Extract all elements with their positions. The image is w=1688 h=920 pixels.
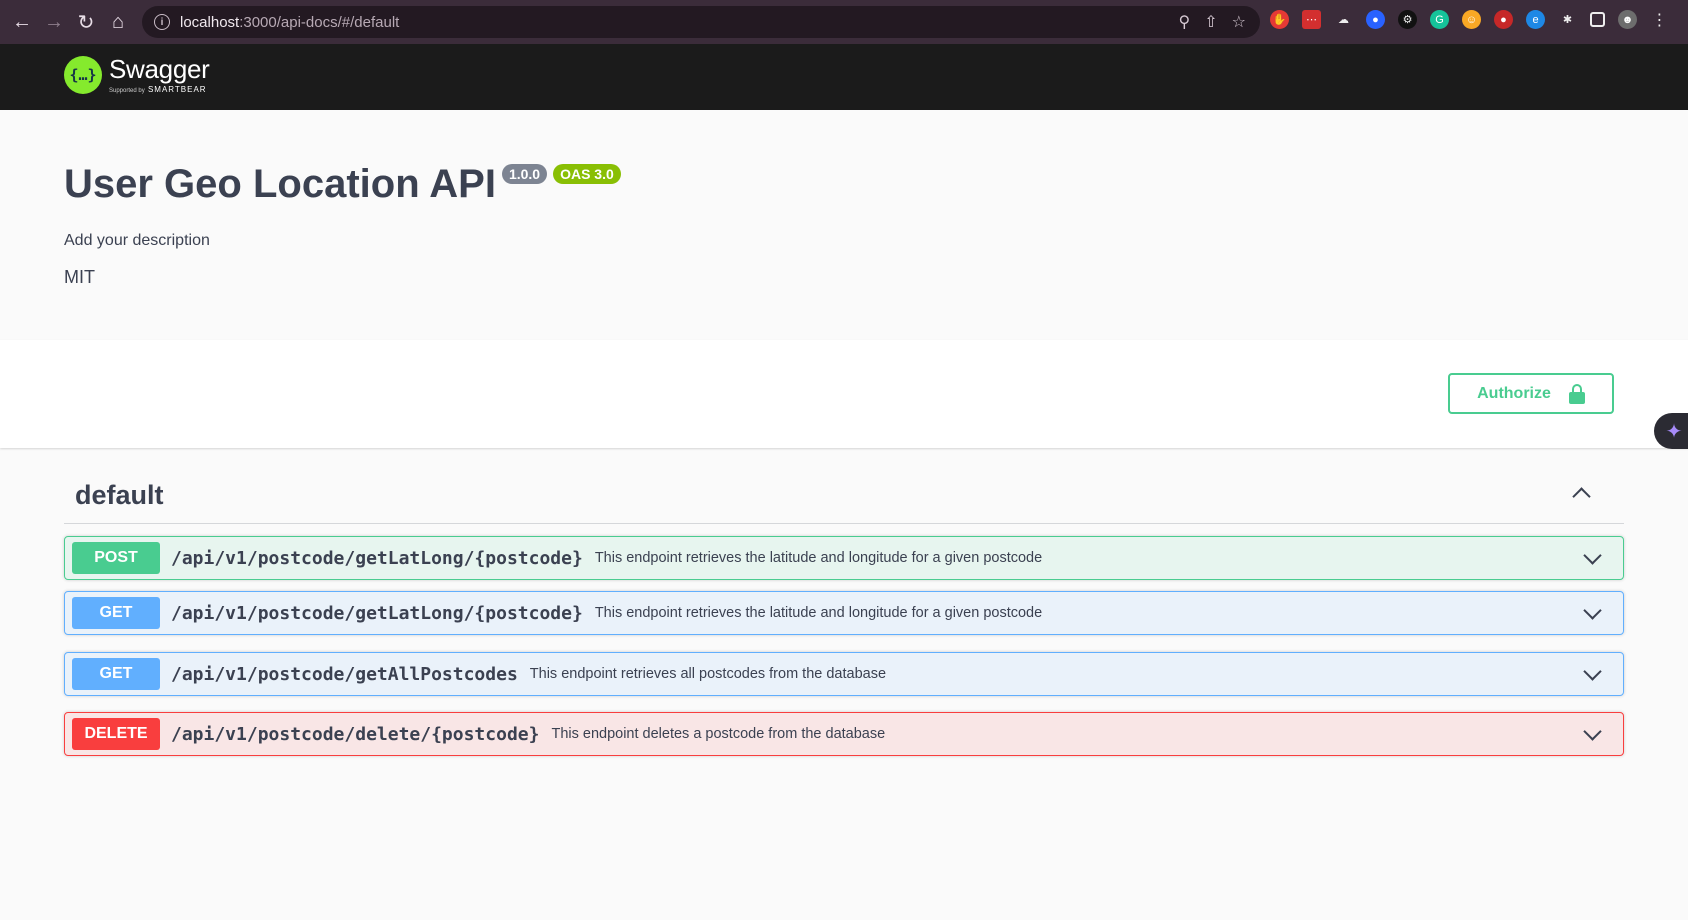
operation-row[interactable]: GET /api/v1/postcode/getLatLong/{postcod… [64, 591, 1624, 635]
api-description: Add your description [64, 232, 210, 249]
authorize-label: Authorize [1477, 384, 1551, 402]
version-badge: 1.0.0 [501, 164, 548, 184]
browser-toolbar: ← → ↻ ⌂ i localhost:3000/api-docs/#/defa… [0, 0, 1688, 44]
swagger-logo-sub: Supported by SMARTBEAR [109, 85, 207, 94]
home-icon[interactable]: ⌂ [102, 6, 134, 38]
forward-icon[interactable]: → [38, 6, 70, 38]
profile-avatar-icon[interactable]: ☻ [1618, 10, 1637, 29]
swagger-logo-name: Swagger [109, 54, 210, 84]
chevron-down-icon[interactable] [1579, 546, 1605, 572]
site-info-icon[interactable]: i [154, 14, 170, 30]
method-badge: POST [72, 542, 160, 574]
operation-row[interactable]: POST /api/v1/postcode/getLatLong/{postco… [64, 536, 1624, 580]
chevron-up-icon[interactable] [1568, 480, 1594, 506]
operation-row[interactable]: GET /api/v1/postcode/getAllPostcodes Thi… [64, 652, 1624, 696]
sidebar-toggle-icon[interactable] [1590, 12, 1605, 27]
chevron-down-icon[interactable] [1579, 722, 1605, 748]
operation-path: /api/v1/postcode/delete/{postcode} [171, 723, 540, 745]
chevron-down-icon[interactable] [1579, 662, 1605, 688]
api-title: User Geo Location API [64, 162, 496, 206]
browser-menu-icon[interactable]: ⋮ [1650, 10, 1669, 29]
method-badge: DELETE [72, 718, 160, 750]
extension-dots-icon[interactable]: ⋯ [1302, 10, 1321, 29]
operation-path: /api/v1/postcode/getLatLong/{postcode} [171, 547, 583, 569]
bookmark-star-icon[interactable]: ☆ [1232, 12, 1246, 32]
reload-icon[interactable]: ↻ [70, 6, 102, 38]
address-bar[interactable]: i localhost:3000/api-docs/#/default ⚲ ⇧ … [142, 6, 1260, 38]
operation-row[interactable]: DELETE /api/v1/postcode/delete/{postcode… [64, 712, 1624, 756]
authorize-button[interactable]: Authorize [1448, 373, 1614, 414]
extension-red-icon[interactable]: ● [1494, 10, 1513, 29]
swagger-logo[interactable]: {…} Swagger Supported by SMARTBEAR [64, 56, 210, 94]
url-text[interactable]: localhost:3000/api-docs/#/default [180, 14, 399, 31]
extension-grammarly-icon[interactable]: G [1430, 10, 1449, 29]
share-icon[interactable]: ⇧ [1204, 12, 1217, 32]
extension-edge-icon[interactable]: e [1526, 10, 1545, 29]
extension-gear-icon[interactable]: ⚙ [1398, 10, 1417, 29]
api-license[interactable]: MIT [64, 267, 95, 288]
swagger-logo-icon: {…} [64, 56, 102, 94]
operation-summary: This endpoint retrieves the latitude and… [594, 605, 1043, 621]
operation-summary: This endpoint retrieves the latitude and… [594, 550, 1043, 566]
extension-face-icon[interactable]: ☺ [1462, 10, 1481, 29]
lock-icon [1568, 383, 1585, 404]
tag-section-header[interactable]: default [64, 466, 1624, 524]
method-badge: GET [72, 658, 160, 690]
swagger-topbar: {…} Swagger Supported by SMARTBEAR [0, 44, 1688, 110]
oas-badge: OAS 3.0 [553, 164, 621, 184]
operation-path: /api/v1/postcode/getAllPostcodes [171, 663, 518, 685]
back-icon[interactable]: ← [6, 6, 38, 38]
sparkle-assistant-icon[interactable]: ✦ [1654, 413, 1688, 449]
method-badge: GET [72, 597, 160, 629]
operation-path: /api/v1/postcode/getLatLong/{postcode} [171, 602, 583, 624]
extension-firefox-icon[interactable]: ● [1366, 10, 1385, 29]
extension-cloud-icon[interactable]: ☁ [1334, 10, 1353, 29]
chevron-down-icon[interactable] [1579, 601, 1605, 627]
zoom-icon[interactable]: ⚲ [1179, 12, 1191, 32]
extension-hand-icon[interactable]: ✋ [1270, 10, 1289, 29]
api-info: User Geo Location API 1.0.0 OAS 3.0 Add … [0, 110, 1688, 340]
operation-summary: This endpoint retrieves all postcodes fr… [529, 666, 887, 682]
tag-name: default [75, 480, 164, 510]
extensions-puzzle-icon[interactable]: ✱ [1558, 10, 1577, 29]
operation-summary: This endpoint deletes a postcode from th… [551, 726, 886, 742]
scheme-container: Authorize [0, 340, 1688, 448]
